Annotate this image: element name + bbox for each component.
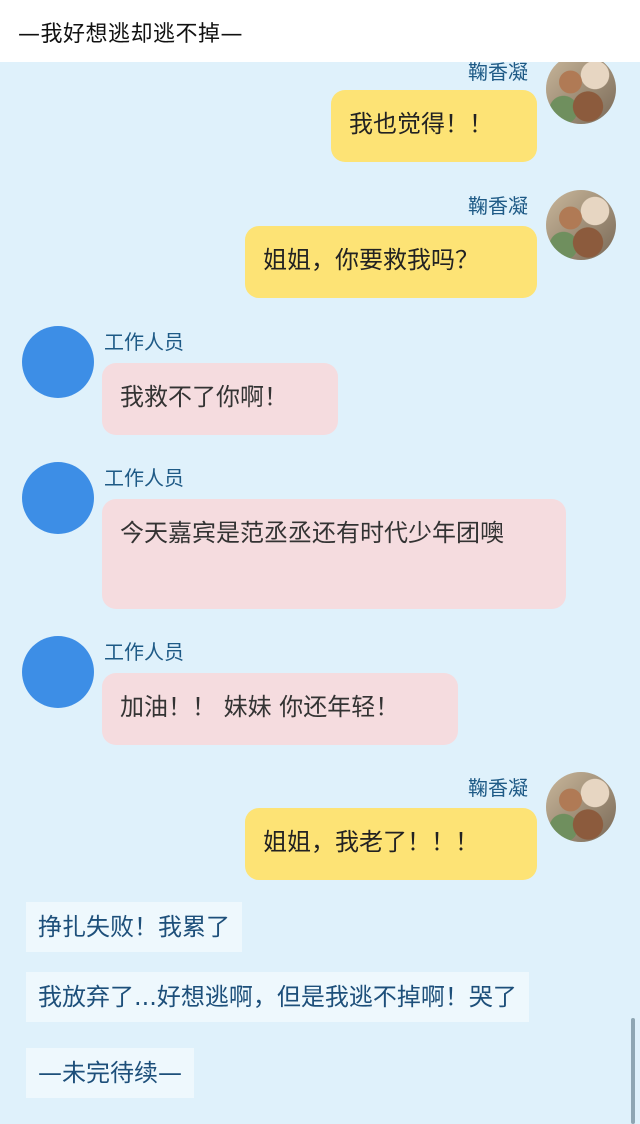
message-bubble: 今天嘉宾是范丞丞还有时代少年团噢: [102, 499, 566, 609]
sender-name: 鞠香凝: [468, 194, 528, 218]
story-header: —我好想逃却逃不掉—: [0, 0, 640, 62]
message-text: 姐姐，你要救我吗？: [263, 246, 479, 274]
avatar[interactable]: [546, 62, 616, 124]
avatar[interactable]: [22, 326, 94, 398]
story-title: —我好想逃却逃不掉—: [18, 22, 244, 47]
message-text: 我也觉得！！: [349, 110, 493, 138]
message-bubble: 姐姐，你要救我吗？: [245, 226, 537, 298]
narration-text: 我放弃了...好想逃啊，但是我逃不掉啊！哭了: [26, 972, 529, 1022]
message-text: 加油！！ 妹妹 你还年轻！: [120, 693, 400, 721]
sender-name: 工作人员: [104, 640, 184, 664]
avatar[interactable]: [546, 190, 616, 260]
message-bubble: 加油！！ 妹妹 你还年轻！: [102, 673, 458, 745]
chat-area[interactable]: 鞠香凝 我也觉得！！ 鞠香凝 姐姐，你要救我吗？ 工作人员 我救不了你啊！ 工作…: [0, 62, 640, 1124]
avatar[interactable]: [22, 636, 94, 708]
avatar[interactable]: [546, 772, 616, 842]
sender-name: 鞠香凝: [468, 776, 528, 800]
message-bubble: 姐姐，我老了！！！: [245, 808, 537, 880]
sender-name: 鞠香凝: [468, 62, 528, 84]
message-text: 我救不了你啊！: [120, 383, 288, 411]
message-bubble: 我也觉得！！: [331, 90, 537, 162]
message-text: 今天嘉宾是范丞丞还有时代少年团噢: [120, 519, 504, 547]
narration-text: —未完待续—: [26, 1048, 194, 1098]
message-bubble: 我救不了你啊！: [102, 363, 338, 435]
narration-text: 挣扎失败！我累了: [26, 902, 242, 952]
message-text: 姐姐，我老了！！！: [263, 828, 479, 856]
scrollbar[interactable]: [631, 1018, 635, 1124]
avatar[interactable]: [22, 462, 94, 534]
sender-name: 工作人员: [104, 330, 184, 354]
sender-name: 工作人员: [104, 466, 184, 490]
